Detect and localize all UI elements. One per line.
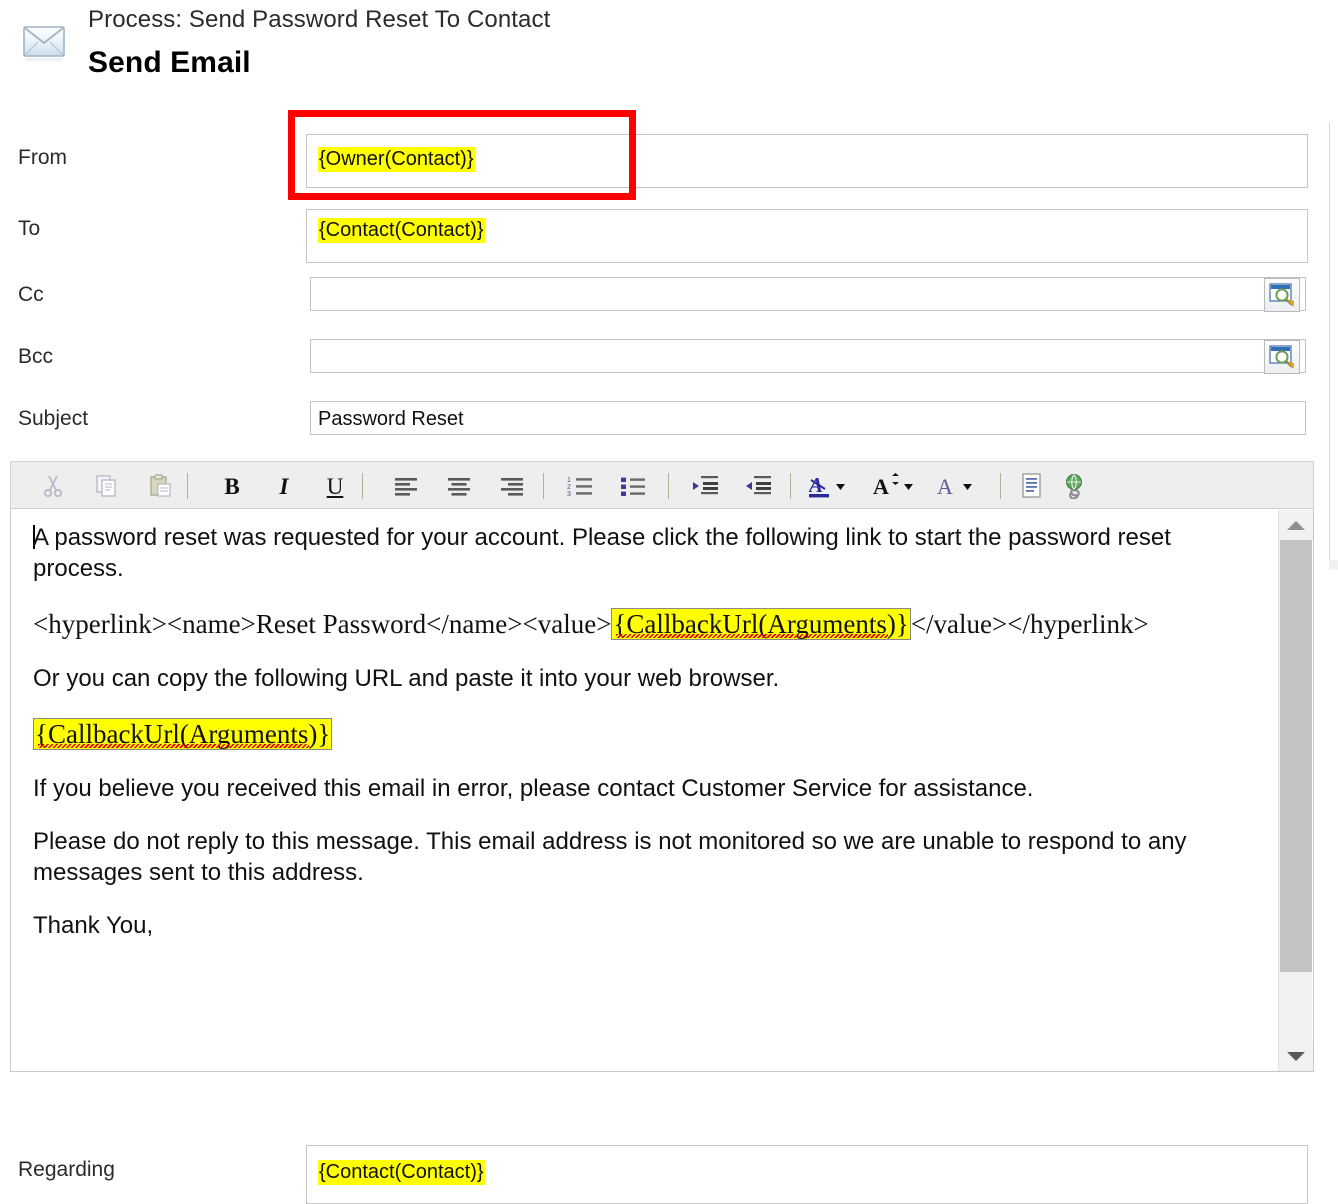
- bcc-field[interactable]: [310, 339, 1306, 373]
- body-paragraph: If you believe you received this email i…: [33, 775, 1034, 803]
- outer-scrollbar-edge[interactable]: [1329, 560, 1338, 570]
- label-to: To: [18, 217, 41, 240]
- increase-indent-icon[interactable]: [688, 468, 724, 504]
- editor-toolbar: B I U 1 2 3 A A A: [10, 461, 1314, 509]
- from-token: {Owner(Contact)}: [318, 147, 475, 172]
- font-family-icon[interactable]: A: [933, 468, 985, 504]
- svg-text:2: 2: [567, 484, 571, 491]
- italic-icon[interactable]: I: [266, 468, 302, 504]
- hyperlink-close-tag: </value></hyperlink>: [910, 608, 1149, 639]
- to-field-value: {Contact(Contact)}: [318, 218, 485, 243]
- cut-icon[interactable]: [35, 468, 71, 504]
- page-header: Process: Send Password Reset To Contact …: [0, 0, 1338, 96]
- underline-glyph: U: [326, 473, 344, 499]
- body-paragraph: Or you can copy the following URL and pa…: [33, 665, 780, 692]
- copy-icon[interactable]: [89, 468, 125, 504]
- callbackurl-token: {CallbackUrl(Arguments)}: [33, 717, 333, 750]
- body-paragraph-url: {CallbackUrl(Arguments)}: [33, 717, 1261, 752]
- email-body-content[interactable]: A password reset was requested for your …: [10, 509, 1314, 1072]
- svg-text:3: 3: [567, 491, 571, 497]
- svg-text:A: A: [937, 474, 953, 499]
- insert-template-icon[interactable]: [1014, 468, 1050, 504]
- to-token: {Contact(Contact)}: [318, 218, 485, 243]
- label-regarding: Regarding: [18, 1158, 115, 1181]
- from-field-value: {Owner(Contact)}: [318, 147, 475, 172]
- font-size-icon[interactable]: A: [869, 468, 921, 504]
- toolbar-separator: [1000, 473, 1001, 499]
- outer-panel-edge: [1329, 122, 1338, 560]
- numbered-list-icon[interactable]: 123: [563, 468, 599, 504]
- font-color-icon[interactable]: A: [805, 468, 857, 504]
- italic-glyph: I: [279, 473, 289, 499]
- regarding-token: {Contact(Contact)}: [318, 1160, 485, 1185]
- underline-icon[interactable]: U: [317, 468, 353, 504]
- svg-text:1: 1: [567, 477, 571, 484]
- bold-icon[interactable]: B: [214, 468, 250, 504]
- toolbar-separator: [187, 473, 188, 499]
- label-bcc: Bcc: [18, 345, 54, 368]
- align-right-icon[interactable]: [494, 468, 530, 504]
- cc-lookup-button[interactable]: [1264, 278, 1300, 312]
- body-paragraph: Thank You,: [33, 911, 154, 939]
- bulleted-list-icon[interactable]: [616, 468, 652, 504]
- envelope-icon: [23, 26, 65, 61]
- scroll-up-button[interactable]: [1279, 510, 1313, 540]
- subject-field-value: Password Reset: [318, 408, 464, 430]
- hyperlink-open-tag: <hyperlink><name>Reset Password</name><v…: [33, 608, 612, 639]
- lookup-icon: [1269, 345, 1294, 369]
- process-label: Process: Send Password Reset To Contact: [88, 6, 551, 33]
- lookup-icon: [1269, 283, 1294, 307]
- toolbar-separator: [668, 473, 669, 499]
- body-paragraph-hyperlink: <hyperlink><name>Reset Password</name><v…: [33, 607, 1261, 642]
- paste-icon[interactable]: [143, 468, 179, 504]
- toolbar-separator: [362, 473, 363, 499]
- scroll-up-arrow-icon: [1287, 520, 1305, 530]
- decrease-indent-icon[interactable]: [741, 468, 777, 504]
- page-title: Send Email: [88, 46, 251, 79]
- svg-text:A: A: [809, 473, 823, 497]
- body-paragraph: Please do not reply to this message. Thi…: [33, 828, 1187, 886]
- insert-hyperlink-icon[interactable]: [1057, 468, 1093, 504]
- bcc-lookup-button[interactable]: [1264, 340, 1300, 374]
- scroll-down-button[interactable]: [1279, 1041, 1313, 1071]
- align-left-icon[interactable]: [388, 468, 424, 504]
- bold-glyph: B: [224, 473, 240, 499]
- toolbar-separator: [543, 473, 544, 499]
- scrollbar-thumb[interactable]: [1280, 540, 1312, 972]
- scroll-down-arrow-icon: [1287, 1051, 1305, 1061]
- cc-field[interactable]: [310, 277, 1306, 311]
- svg-text:A: A: [873, 474, 889, 499]
- label-from: From: [18, 146, 67, 169]
- label-cc: Cc: [18, 283, 44, 306]
- body-paragraph: A password reset was requested for your …: [33, 524, 1171, 582]
- toolbar-separator: [790, 473, 791, 499]
- align-center-icon[interactable]: [441, 468, 477, 504]
- label-subject: Subject: [18, 407, 89, 430]
- callbackurl-token: {CallbackUrl(Arguments)}: [611, 607, 911, 640]
- regarding-field-value: {Contact(Contact)}: [318, 1160, 485, 1185]
- body-scrollbar[interactable]: [1278, 510, 1313, 1071]
- email-body-editor: B I U 1 2 3 A A A A password reset was r…: [10, 461, 1314, 1072]
